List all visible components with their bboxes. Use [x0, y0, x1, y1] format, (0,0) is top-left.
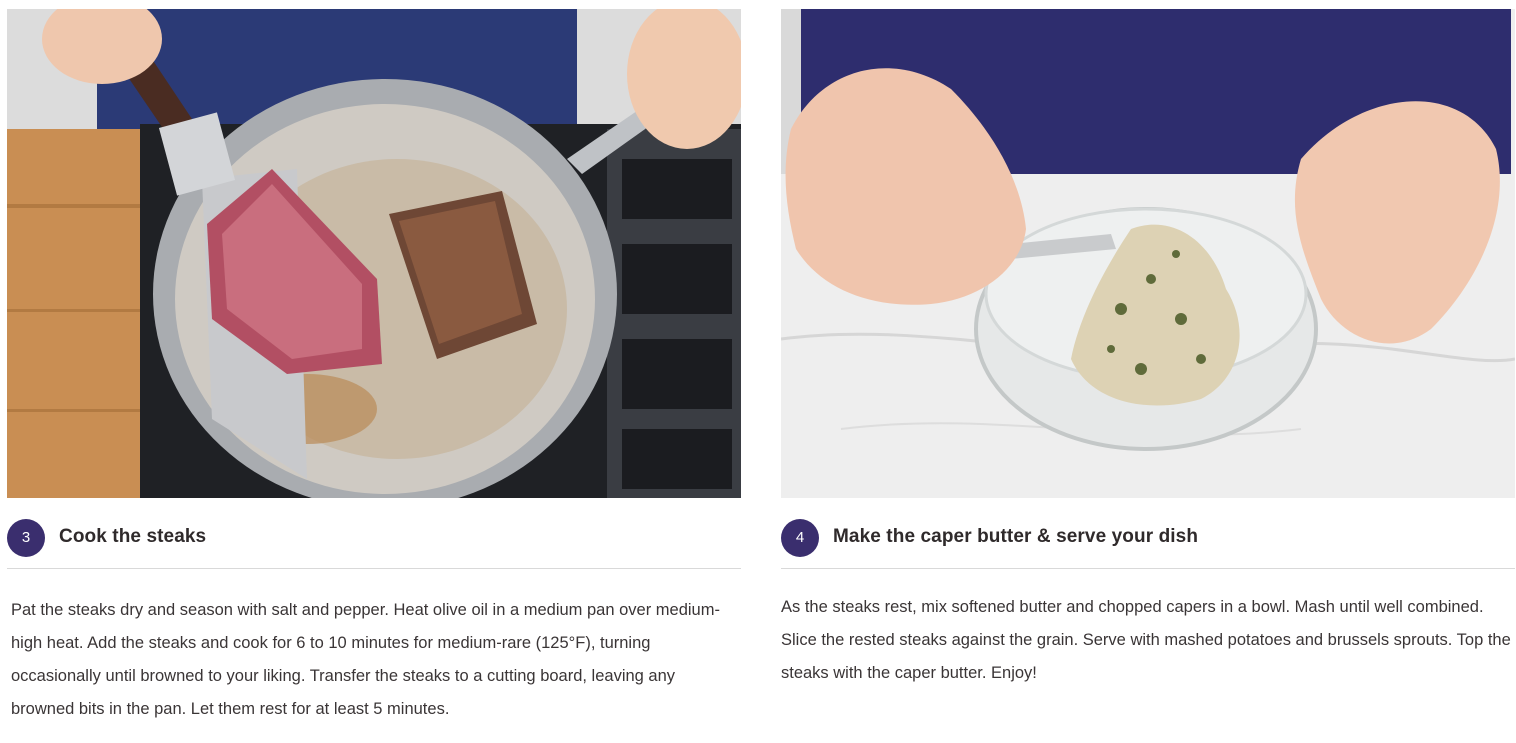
step-header: 4 Make the caper butter & serve your dis…: [781, 512, 1515, 572]
step-title: Make the caper butter & serve your dish: [833, 526, 1199, 547]
step-instructions: As the steaks rest, mix softened butter …: [781, 598, 1511, 682]
step-header: 3 Cook the steaks: [7, 512, 741, 572]
divider: [781, 568, 1515, 569]
caper-butter-bowl-photo: [781, 9, 1515, 498]
steaks-in-pan-photo: [7, 9, 741, 498]
step-number-badge: 3: [7, 519, 45, 557]
step-title: Cook the steaks: [59, 526, 207, 547]
divider: [7, 568, 741, 569]
recipe-step-4: 4 Make the caper butter & serve your dis…: [781, 0, 1515, 707]
recipe-step-3: 3 Cook the steaks Pat the steaks dry and…: [7, 0, 741, 743]
step-number-badge: 4: [781, 519, 819, 557]
step-instructions: Pat the steaks dry and season with salt …: [11, 601, 720, 718]
